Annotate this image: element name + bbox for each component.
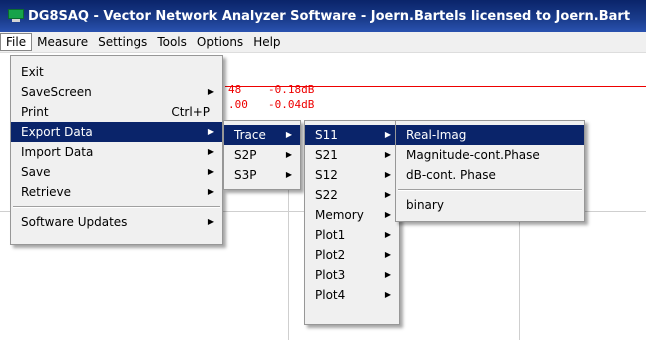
menu-separator [398,189,582,191]
readout-value: -0.18dB [268,83,315,96]
submenu-arrow-icon: ▶ [207,127,214,136]
menu-item-plot3[interactable]: Plot3 ▶ [305,265,399,285]
menu-item-s21[interactable]: S21 ▶ [305,145,399,165]
app-icon [8,9,24,23]
menu-item-plot4[interactable]: Plot4 ▶ [305,285,399,305]
submenu-arrow-icon: ▶ [384,130,391,139]
menu-bar: File Measure Settings Tools Options Help [0,32,646,53]
menu-item-trace[interactable]: Trace ▶ [224,125,300,145]
submenu-arrow-icon: ▶ [285,170,292,179]
menu-settings[interactable]: Settings [93,33,152,51]
trace-submenu: S11 ▶ S21 ▶ S12 ▶ S22 ▶ Memory ▶ Plot1 ▶ Plot2… [304,120,400,325]
menu-item-print[interactable]: Print Ctrl+P [11,102,222,122]
submenu-arrow-icon: ▶ [384,290,391,299]
menu-options[interactable]: Options [192,33,248,51]
menu-item-memory[interactable]: Memory ▶ [305,205,399,225]
submenu-arrow-icon: ▶ [207,217,214,226]
menu-item-retrieve[interactable]: Retrieve ▶ [11,182,222,202]
menu-item-s3p[interactable]: S3P ▶ [224,165,300,185]
shortcut-label: Ctrl+P [171,105,210,119]
menu-item-magnitude-phase[interactable]: Magnitude-cont.Phase [396,145,584,165]
file-menu: Exit SaveScreen ▶ Print Ctrl+P Export Data… [10,55,223,245]
export-submenu: Trace ▶ S2P ▶ S3P ▶ [223,120,301,190]
submenu-arrow-icon: ▶ [285,150,292,159]
submenu-arrow-icon: ▶ [384,190,391,199]
menu-file[interactable]: File [0,33,33,51]
readout-value: -0.04dB [268,98,315,111]
submenu-arrow-icon: ▶ [207,147,214,156]
readout-value: .00 [228,98,248,111]
submenu-arrow-icon: ▶ [384,250,391,259]
submenu-arrow-icon: ▶ [384,270,391,279]
menu-item-import-data[interactable]: Import Data ▶ [11,142,222,162]
readout-value: 48 [228,83,242,96]
menu-item-binary[interactable]: binary [396,195,584,215]
menu-separator [13,206,220,208]
menu-tools[interactable]: Tools [152,33,192,51]
submenu-arrow-icon: ▶ [384,170,391,179]
menu-item-plot1[interactable]: Plot1 ▶ [305,225,399,245]
menu-item-savescreen[interactable]: SaveScreen ▶ [11,82,222,102]
menu-item-s11[interactable]: S11 ▶ [305,125,399,145]
title-bar: DG8SAQ - Vector Network Analyzer Softwar… [0,0,646,32]
menu-item-real-imag[interactable]: Real-Imag [396,125,584,145]
menu-item-save[interactable]: Save ▶ [11,162,222,182]
submenu-arrow-icon: ▶ [207,187,214,196]
menu-item-software-updates[interactable]: Software Updates ▶ [11,212,222,232]
menu-help[interactable]: Help [248,33,285,51]
submenu-arrow-icon: ▶ [384,150,391,159]
menu-item-s12[interactable]: S12 ▶ [305,165,399,185]
menu-item-db-phase[interactable]: dB-cont. Phase [396,165,584,185]
submenu-arrow-icon: ▶ [384,210,391,219]
menu-item-plot2[interactable]: Plot2 ▶ [305,245,399,265]
submenu-arrow-icon: ▶ [207,87,214,96]
window-title: DG8SAQ - Vector Network Analyzer Softwar… [28,8,631,24]
menu-item-export-data[interactable]: Export Data ▶ [11,122,222,142]
menu-item-s2p[interactable]: S2P ▶ [224,145,300,165]
menu-item-s22[interactable]: S22 ▶ [305,185,399,205]
menu-item-exit[interactable]: Exit [11,62,222,82]
submenu-arrow-icon: ▶ [384,230,391,239]
s11-submenu: Real-Imag Magnitude-cont.Phase dB-cont. … [395,120,585,222]
menu-measure[interactable]: Measure [32,33,93,51]
submenu-arrow-icon: ▶ [285,130,292,139]
submenu-arrow-icon: ▶ [207,167,214,176]
